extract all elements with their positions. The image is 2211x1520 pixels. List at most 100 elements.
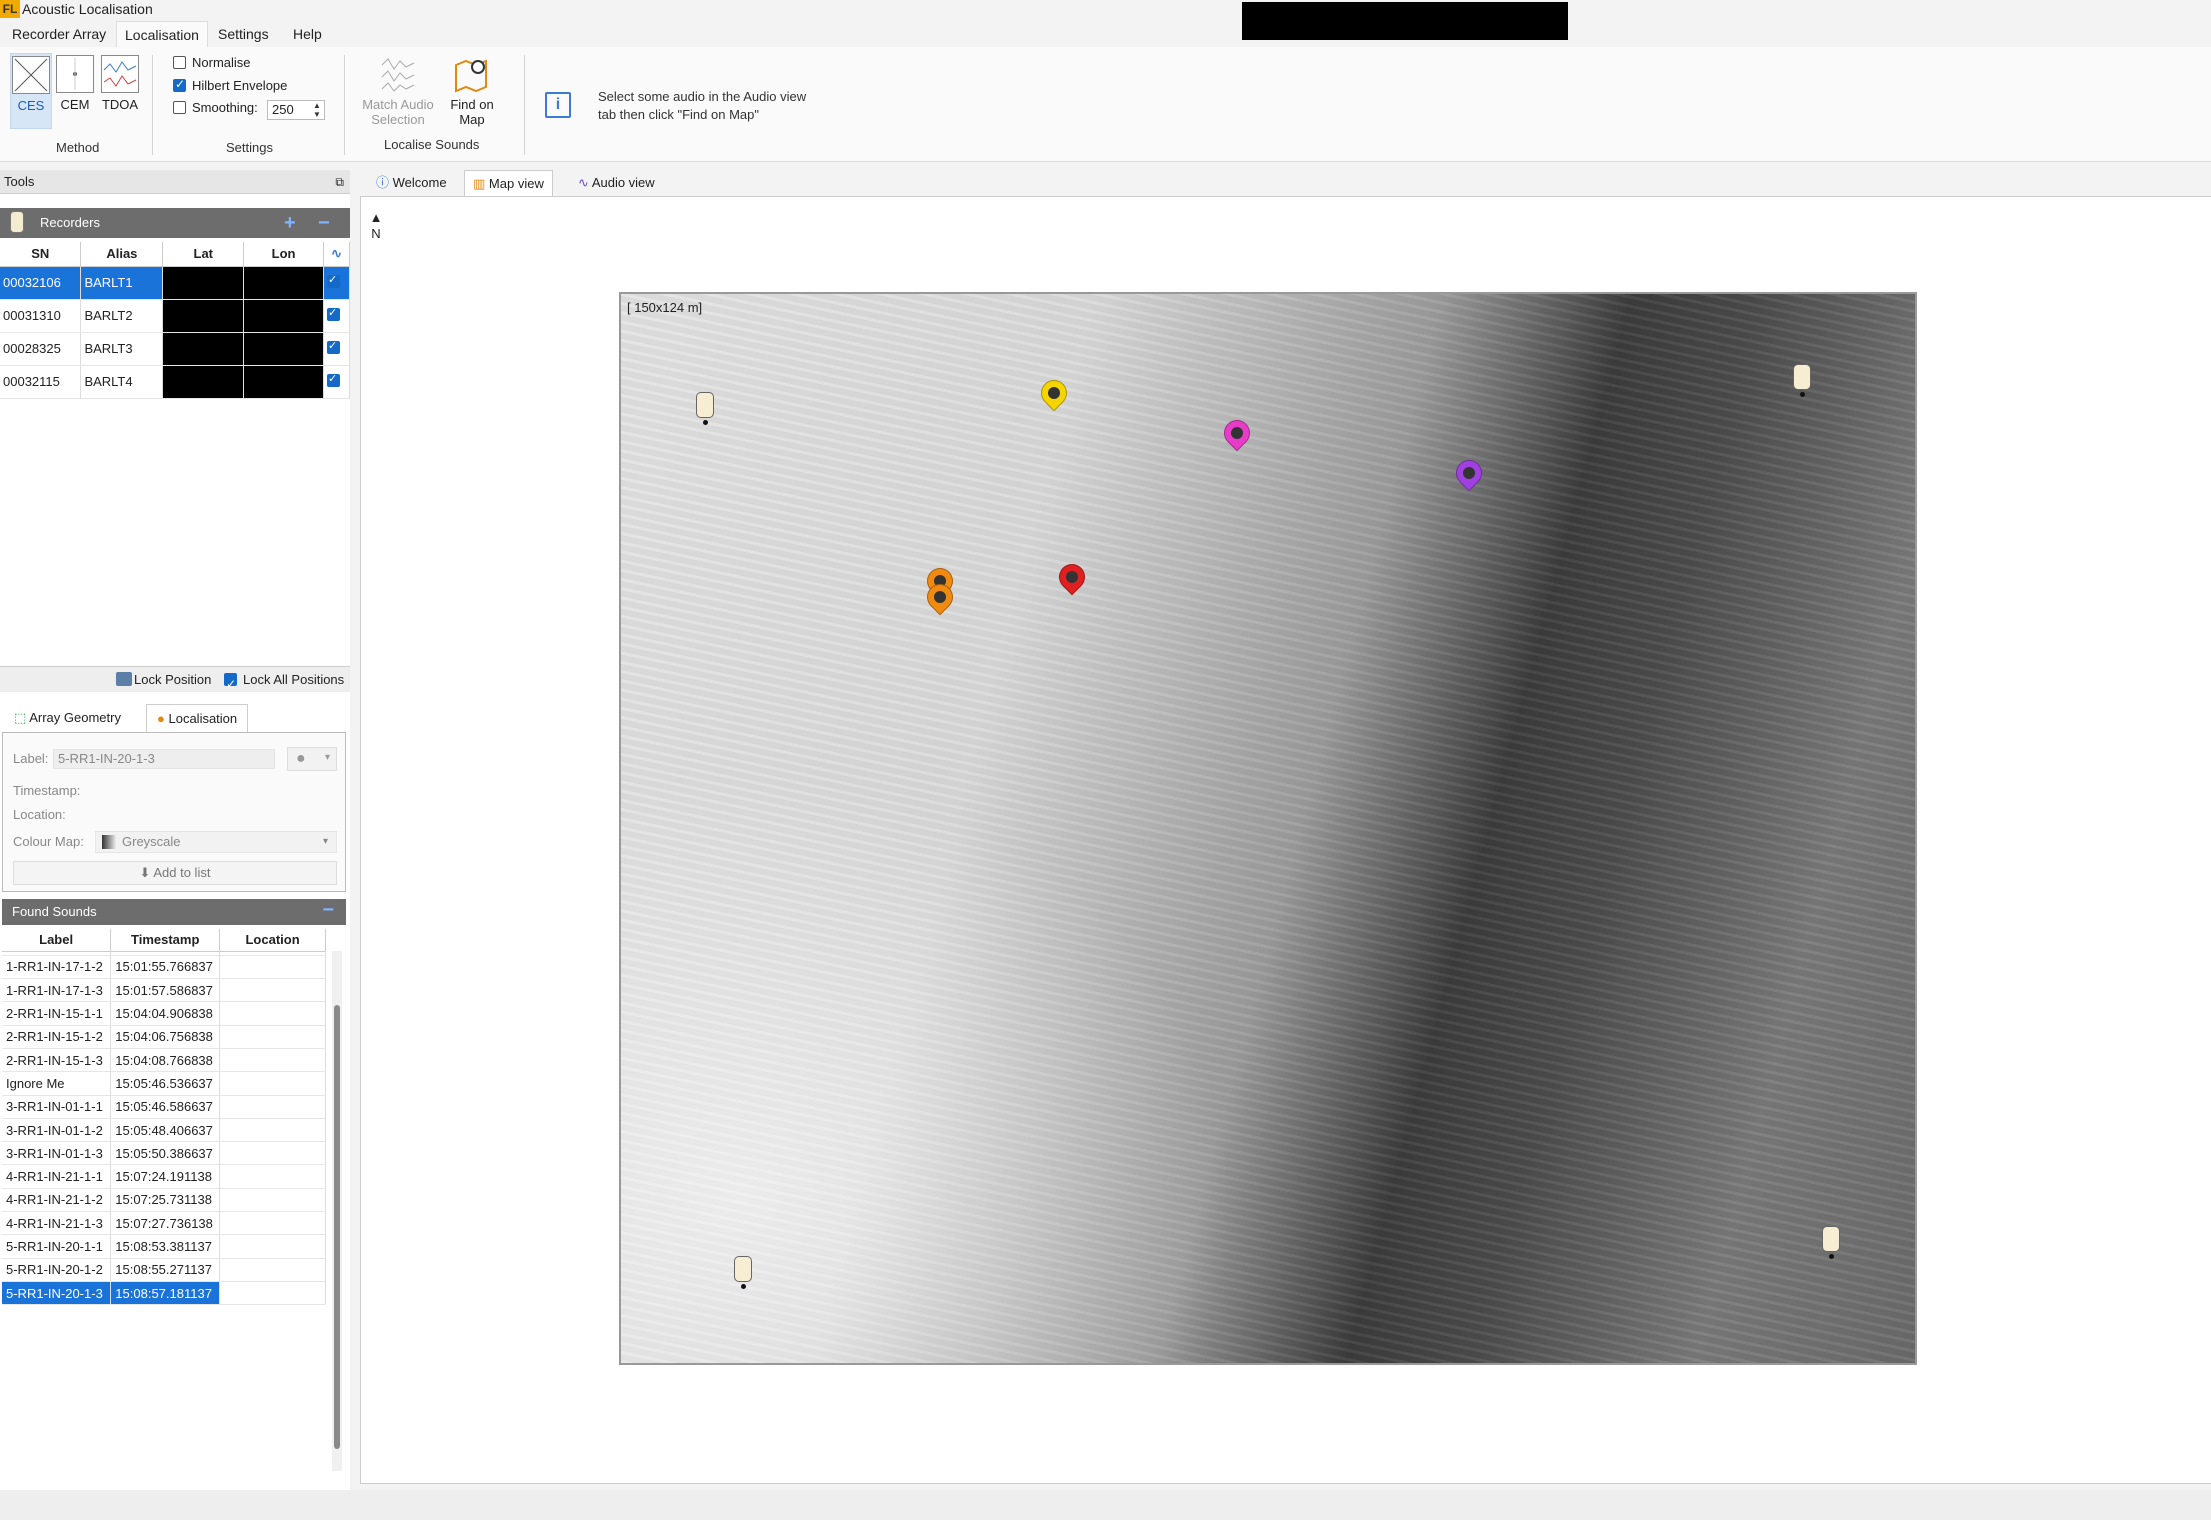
menu-tab-help[interactable]: Help (285, 21, 330, 47)
method-tdoa-label: TDOA (101, 97, 139, 112)
lock-position-button[interactable]: Lock Position (116, 667, 211, 693)
recorder-icon (10, 211, 24, 233)
hilbert-envelope-checkbox[interactable]: Hilbert Envelope (173, 77, 287, 93)
found-sound-row[interactable]: 5-RR1-IN-20-1-1 15:08:53.381137 (2, 1234, 326, 1259)
remove-sound-icon[interactable]: − (322, 897, 334, 923)
add-to-list-button[interactable]: ⬇ Add to list (13, 861, 337, 885)
sound-timestamp: 15:04:08.766838 (110, 1048, 221, 1073)
sound-label: 5-RR1-IN-20-1-2 (2, 1258, 112, 1282)
match-audio-selection-button[interactable]: Match Audio Selection (356, 55, 440, 127)
menu-tab-recorder-array[interactable]: Recorder Array (4, 21, 114, 47)
redacted-lon (243, 266, 324, 300)
tab-map-view[interactable]: ▥ Map view (464, 170, 553, 196)
sound-location-marker[interactable] (1450, 454, 1488, 492)
title-bar: FL Acoustic Localisation (0, 0, 2211, 20)
normalise-checkbox[interactable]: Normalise (173, 55, 251, 70)
recorder-marker[interactable] (1822, 1226, 1840, 1259)
welcome-tab-label: Welcome (392, 175, 447, 190)
redacted-location (219, 978, 326, 1003)
column-header-sn[interactable]: SN (0, 242, 82, 267)
recorder-marker[interactable] (1793, 364, 1811, 397)
sound-location-marker[interactable] (1053, 558, 1091, 596)
map-view-tab-label: Map view (488, 176, 544, 191)
recorder-marker[interactable] (734, 1256, 752, 1289)
menu-tab-localisation[interactable]: Localisation (116, 21, 208, 47)
redacted-location (219, 1188, 326, 1213)
recorder-row[interactable]: 00032106 BARLT1 (0, 266, 351, 300)
found-sound-row[interactable]: 2-RR1-IN-15-1-2 15:04:06.756838 (2, 1025, 326, 1049)
menu-tab-settings[interactable]: Settings (210, 21, 277, 47)
redacted-location (219, 1258, 326, 1282)
tab-localisation[interactable]: ● Localisation (146, 704, 249, 732)
method-ces-button[interactable]: CES (10, 53, 52, 129)
sound-label: 2-RR1-IN-15-1-1 (2, 1001, 112, 1026)
found-sound-row[interactable]: 3-RR1-IN-01-1-1 15:05:46.586637 (2, 1095, 326, 1119)
sound-label: 3-RR1-IN-01-1-2 (2, 1118, 112, 1143)
find-on-map-button[interactable]: Find on Map (444, 55, 500, 127)
audio-view-tab-label: Audio view (591, 175, 655, 190)
tab-welcome[interactable]: ⓘ Welcome (368, 170, 455, 196)
recorder-enabled-checkbox[interactable] (323, 365, 351, 399)
lock-all-positions-checkbox[interactable]: Lock All Positions (224, 667, 344, 697)
colour-map-dropdown[interactable]: Greyscale ▾ (95, 831, 337, 853)
remove-recorder-icon[interactable]: − (318, 208, 330, 238)
found-sound-row[interactable]: 2-RR1-IN-15-1-3 15:04:08.766838 (2, 1048, 326, 1073)
north-arrow-icon: ▲ (369, 210, 383, 225)
method-tdoa-button[interactable]: TDOA (99, 53, 141, 129)
lock-bar: Lock Position Lock All Positions (0, 666, 350, 697)
smoothing-checkbox[interactable]: Smoothing: (173, 100, 258, 115)
scrollbar-thumb[interactable] (334, 1005, 340, 1449)
method-cem-button[interactable]: CEM (54, 53, 96, 129)
found-sound-row[interactable]: 5-RR1-IN-20-1-2 15:08:55.271137 (2, 1258, 326, 1282)
sound-timestamp: 15:04:06.756838 (110, 1025, 221, 1049)
found-sound-row[interactable]: 2-RR1-IN-15-1-1 15:04:04.906838 (2, 1001, 326, 1026)
column-header-lon[interactable]: Lon (243, 242, 324, 267)
sound-timestamp: 15:08:55.271137 (110, 1258, 221, 1282)
recorder-row[interactable]: 00031310 BARLT2 (0, 299, 351, 333)
lock-position-label: Lock Position (134, 672, 212, 687)
found-sound-row[interactable]: 1-RR1-IN-17-1-3 15:01:57.586837 (2, 978, 326, 1003)
sound-timestamp: 15:07:25.731138 (110, 1188, 221, 1213)
tools-subtabs: ⬚ Array Geometry ● Localisation (0, 704, 350, 732)
marker-style-dropdown[interactable]: ● ▾ (287, 747, 337, 771)
tab-audio-view[interactable]: ∿ Audio view (570, 170, 663, 196)
column-header-timestamp[interactable]: Timestamp (110, 929, 221, 952)
map-icon: ▥ (473, 176, 486, 191)
label-input[interactable]: 5-RR1-IN-20-1-3 (53, 749, 275, 769)
localisation-heatmap[interactable]: [ 150x124 m] (619, 292, 1917, 1365)
waveform-column-icon[interactable]: ∿ (323, 242, 351, 267)
undock-icon[interactable]: ⧉ (335, 170, 344, 194)
check-icon (326, 372, 340, 387)
column-header-location[interactable]: Location (219, 929, 326, 952)
recorder-alias: BARLT1 (80, 266, 164, 300)
check-icon (326, 339, 340, 354)
recorder-enabled-checkbox[interactable] (323, 299, 351, 333)
smoothing-spinner-icon[interactable]: ▲ ▼ (311, 101, 323, 119)
found-sound-row[interactable]: 4-RR1-IN-21-1-1 15:07:24.191138 (2, 1164, 326, 1189)
sound-label: 2-RR1-IN-15-1-3 (2, 1048, 112, 1073)
recorder-enabled-checkbox[interactable] (323, 266, 351, 300)
redacted-location (219, 1281, 326, 1306)
found-sound-row[interactable]: 3-RR1-IN-01-1-2 15:05:48.406637 (2, 1118, 326, 1143)
recorder-row[interactable]: 00032115 BARLT4 (0, 365, 351, 399)
column-header-lat[interactable]: Lat (162, 242, 245, 267)
sound-location-marker[interactable] (1035, 374, 1073, 412)
found-sound-row[interactable]: 4-RR1-IN-21-1-3 15:07:27.736138 (2, 1211, 326, 1236)
column-header-alias[interactable]: Alias (80, 242, 164, 267)
tab-array-geometry[interactable]: ⬚ Array Geometry (4, 704, 131, 732)
column-header-label[interactable]: Label (2, 929, 112, 952)
found-sound-row[interactable]: 1-RR1-IN-17-1-2 15:01:55.766837 (2, 955, 326, 980)
found-sound-row[interactable]: 4-RR1-IN-21-1-2 15:07:25.731138 (2, 1188, 326, 1213)
found-sound-row[interactable]: 3-RR1-IN-01-1-3 15:05:50.386637 (2, 1141, 326, 1166)
found-sound-row[interactable]: 5-RR1-IN-20-1-3 15:08:57.181137 (2, 1281, 326, 1306)
match-audio-icon (378, 55, 418, 93)
sound-timestamp: 15:01:55.766837 (110, 955, 221, 980)
info-text-line-2: tab then click "Find on Map" (598, 107, 759, 122)
sound-timestamp: 15:05:50.386637 (110, 1141, 221, 1166)
recorder-enabled-checkbox[interactable] (323, 332, 351, 366)
sound-location-marker[interactable] (1218, 414, 1256, 452)
recorder-marker[interactable] (696, 392, 714, 425)
add-recorder-icon[interactable]: + (284, 208, 296, 238)
found-sound-row[interactable]: Ignore Me 15:05:46.536637 (2, 1071, 326, 1096)
recorder-row[interactable]: 00028325 BARLT3 (0, 332, 351, 366)
